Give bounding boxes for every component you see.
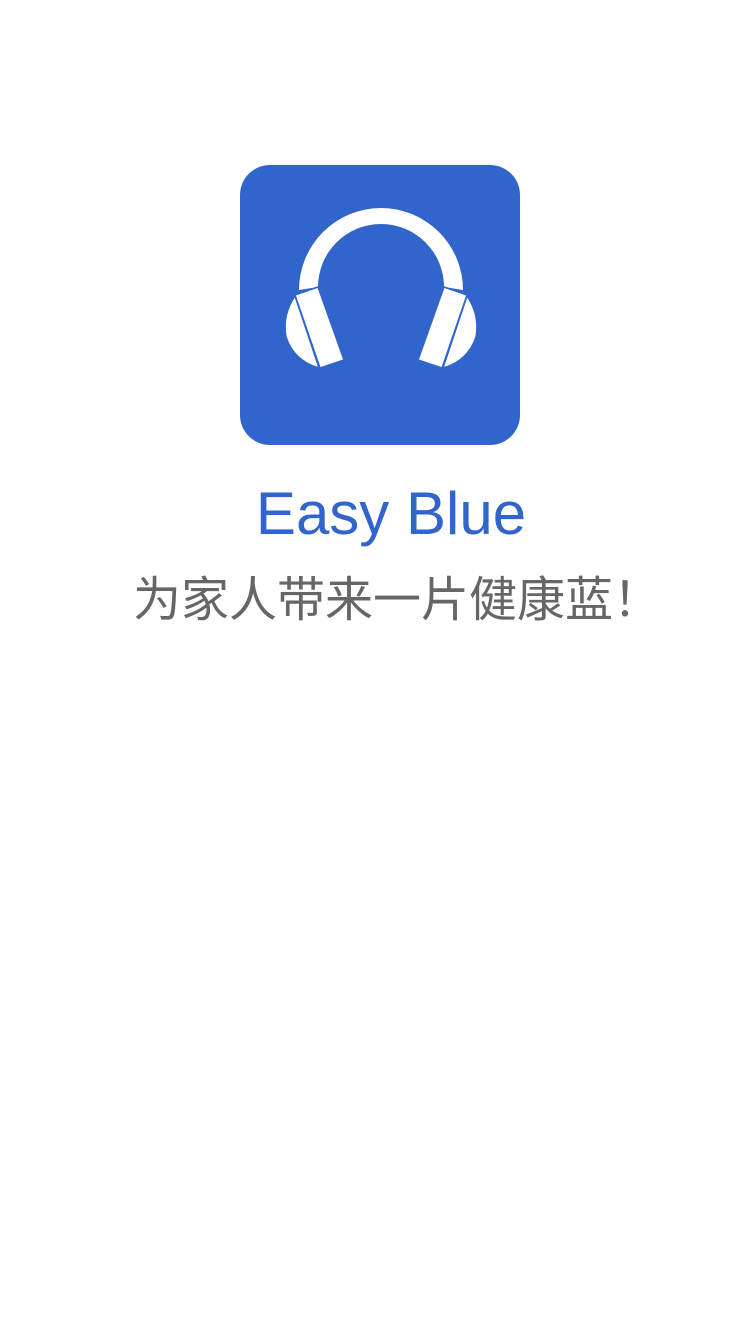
- headphones-icon: [284, 208, 478, 370]
- app-slogan: 为家人带来一片健康蓝！: [132, 572, 661, 628]
- app-name: Easy Blue: [255, 480, 527, 547]
- app-logo: [240, 165, 520, 445]
